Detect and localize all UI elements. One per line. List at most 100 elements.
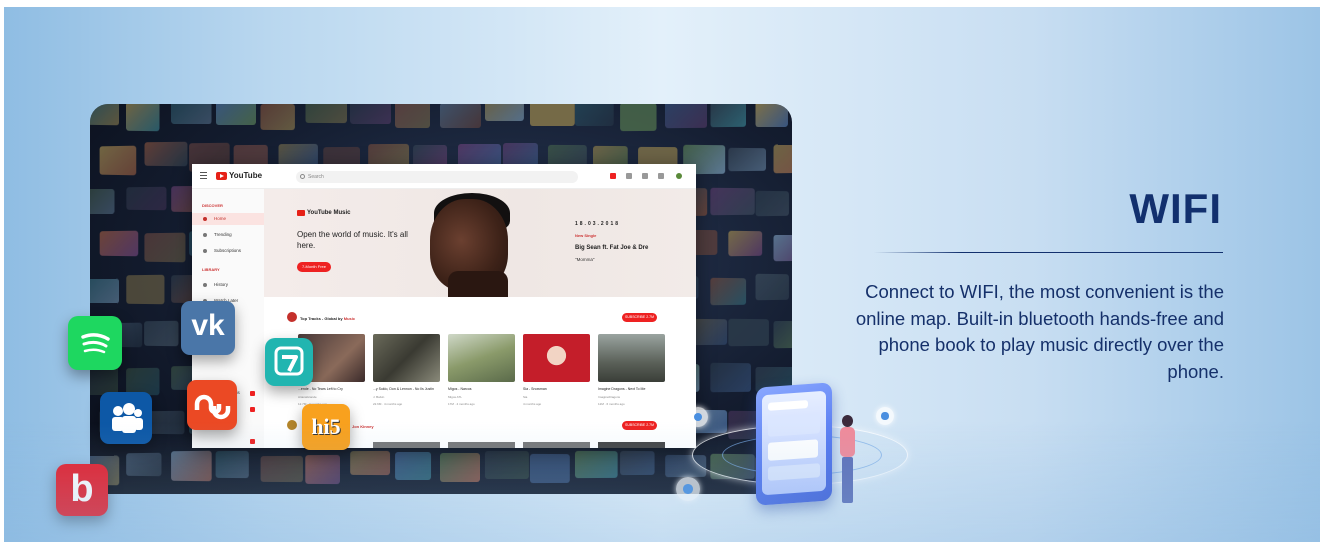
video-tile bbox=[126, 274, 164, 304]
video-tile bbox=[171, 450, 212, 481]
video-tile bbox=[278, 143, 318, 167]
video-tile bbox=[755, 190, 790, 217]
video-tile bbox=[260, 455, 303, 482]
video-tile bbox=[773, 321, 792, 349]
video-thumbnail bbox=[523, 334, 590, 382]
spotify-icon bbox=[68, 316, 122, 370]
video-tile bbox=[665, 455, 707, 478]
sidebar-section-library: LIBRARY bbox=[202, 267, 220, 272]
menu-icon bbox=[200, 172, 207, 173]
hero-headline: Open the world of music. It's all here. bbox=[297, 230, 408, 250]
video-tile bbox=[215, 450, 250, 478]
video-tile bbox=[710, 104, 746, 128]
video-thumbnail bbox=[598, 442, 665, 448]
video-stats: 22.6M · 4 months ago bbox=[373, 402, 403, 406]
video-tile bbox=[126, 104, 160, 131]
video-tile bbox=[395, 104, 430, 129]
phone-illustration bbox=[756, 382, 832, 506]
subscribe-button: SUBSCRIBE 2.7M bbox=[622, 313, 657, 322]
channel-avatar bbox=[287, 312, 297, 322]
video-channel: J. Balvin bbox=[373, 395, 385, 399]
video-title: Sia - Snowman bbox=[523, 387, 547, 391]
video-tile bbox=[90, 104, 120, 126]
video-tile bbox=[126, 186, 167, 211]
video-tile bbox=[484, 104, 525, 122]
video-tile bbox=[728, 318, 769, 347]
hero-tag: New Single bbox=[575, 233, 597, 238]
stumbleupon-icon bbox=[187, 380, 237, 430]
myspace-icon bbox=[100, 392, 152, 444]
search-icon bbox=[300, 174, 305, 179]
sidebar-item-trending: Trending bbox=[192, 229, 264, 241]
video-tile bbox=[144, 320, 179, 346]
youtube-music-logo: YouTube Music bbox=[297, 210, 350, 216]
video-tile bbox=[90, 278, 119, 303]
video-tile bbox=[484, 451, 529, 480]
video-tile bbox=[99, 230, 139, 256]
video-tile bbox=[90, 455, 120, 486]
feature-title: WIFI bbox=[1129, 185, 1222, 232]
feature-banner: YouTube Search DISCOVER Home Trending Su… bbox=[4, 7, 1320, 542]
sidebar-section-discover: DISCOVER bbox=[202, 203, 223, 208]
video-thumbnail bbox=[448, 442, 515, 448]
video-title: ...y Suklo, Don & Lennon - No Ils Justin bbox=[373, 387, 434, 391]
hero-song: "Momma" bbox=[575, 257, 595, 262]
bell-icon bbox=[658, 173, 664, 179]
video-tile bbox=[728, 147, 767, 171]
video-tile bbox=[574, 450, 618, 479]
apps-icon bbox=[626, 173, 632, 179]
video-tile bbox=[350, 451, 390, 476]
video-tile bbox=[305, 104, 348, 124]
video-tile bbox=[665, 104, 708, 129]
video-tile bbox=[126, 452, 162, 477]
video-tile bbox=[440, 104, 482, 128]
phone-ui-block bbox=[768, 439, 818, 461]
video-tile bbox=[710, 454, 755, 480]
video-tile bbox=[620, 104, 657, 132]
youtube-topbar: YouTube Search bbox=[192, 164, 696, 189]
video-tile bbox=[773, 235, 792, 262]
video-tile bbox=[144, 141, 188, 167]
video-tile bbox=[529, 453, 570, 484]
notification-badge bbox=[250, 407, 255, 412]
avatar bbox=[676, 173, 682, 179]
person-legs bbox=[842, 457, 853, 503]
video-tile bbox=[440, 453, 480, 482]
sidebar-item-history: History bbox=[192, 279, 264, 291]
subscribe-button: SUBSCRIBE 2.7M bbox=[622, 421, 657, 430]
video-tile bbox=[395, 452, 431, 481]
hero-cta-button: 7-Month Free bbox=[297, 262, 331, 272]
video-tile bbox=[99, 145, 137, 175]
video-thumbnail bbox=[373, 442, 440, 448]
video-stats: 12M · 6 months ago bbox=[598, 402, 625, 406]
hi5-icon: hi5 bbox=[302, 404, 350, 450]
cloud-bubble-icon bbox=[876, 407, 894, 425]
person-head bbox=[842, 415, 853, 427]
artist-photo bbox=[448, 271, 508, 297]
hologram-ring bbox=[722, 435, 882, 475]
sidebar-item-home: Home bbox=[192, 213, 264, 225]
video-stats: 17M · 4 months ago bbox=[448, 402, 475, 406]
video-tile bbox=[260, 104, 296, 130]
video-thumbnail bbox=[448, 334, 515, 382]
notification-badge bbox=[250, 391, 255, 396]
video-tile bbox=[171, 104, 212, 124]
trending-icon bbox=[203, 233, 207, 237]
youtube-play-icon bbox=[216, 171, 227, 180]
video-tile bbox=[755, 273, 790, 301]
subscriptions-icon bbox=[203, 249, 207, 253]
video-tile bbox=[144, 232, 186, 263]
person-body bbox=[840, 427, 855, 457]
section-title: Jon Kinney bbox=[352, 424, 374, 429]
feature-description: Connect to WIFI, the most convenient is … bbox=[855, 281, 1224, 382]
video-tile bbox=[755, 104, 789, 127]
phone-ui-block bbox=[768, 463, 820, 481]
phone-ui-block bbox=[768, 413, 820, 437]
history-icon bbox=[203, 283, 207, 287]
sidebar-item-subscriptions: Subscriptions bbox=[192, 245, 264, 257]
bebo-icon: b bbox=[56, 464, 108, 516]
title-divider bbox=[874, 252, 1223, 253]
video-title: Migos - Narcos bbox=[448, 387, 472, 391]
video-channel: Sia bbox=[523, 395, 528, 399]
video-title: Imagine Dragons - Next To Me bbox=[598, 387, 646, 391]
